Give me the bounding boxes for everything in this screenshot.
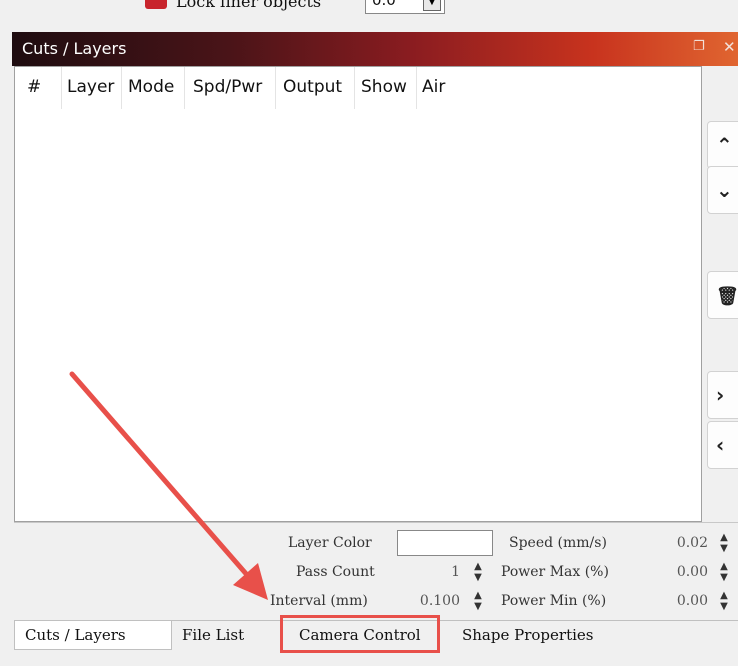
layer-properties-panel: Layer Color Speed (mm/s) 0.02 ▲ ▼ Pass Co… (14, 522, 738, 619)
chevron-right-icon: › (716, 383, 725, 407)
column-divider (275, 67, 276, 109)
expand-button[interactable]: › (707, 371, 738, 419)
window-title: Cuts / Layers (22, 39, 127, 58)
speed-label: Speed (mm/s) (509, 535, 607, 551)
lock-checkbox[interactable] (145, 0, 167, 9)
layer-color-label: Layer Color (288, 535, 372, 551)
lock-label: Lock finer objects (176, 0, 322, 11)
move-layer-up-button[interactable]: ⌃ (707, 121, 738, 169)
col-header-layer[interactable]: Layer (67, 77, 114, 97)
column-divider (121, 67, 122, 109)
power-min-spin-icon[interactable]: ▲ ▼ (718, 590, 730, 612)
delete-layer-button[interactable]: 🗑 (707, 271, 738, 319)
power-max-value[interactable]: 0.00 (650, 564, 708, 580)
column-divider (61, 67, 62, 109)
chevron-up-icon: ⌃ (716, 133, 733, 157)
col-header-show[interactable]: Show (361, 77, 407, 97)
spin-down-icon[interactable]: ▼ (423, 0, 441, 11)
power-max-label: Power Max (%) (501, 564, 609, 580)
close-icon[interactable]: ✕ (723, 38, 736, 56)
col-header-output[interactable]: Output (283, 77, 342, 97)
chevron-down-icon: ⌄ (716, 178, 733, 202)
col-header-spd-pwr[interactable]: Spd/Pwr (193, 77, 262, 97)
speed-spin-icon[interactable]: ▲ ▼ (718, 532, 730, 554)
column-divider (354, 67, 355, 109)
collapse-button[interactable]: ‹ (707, 421, 738, 469)
pass-count-label: Pass Count (296, 564, 375, 580)
layers-table[interactable]: # Layer Mode Spd/Pwr Output Show Air (14, 66, 702, 522)
float-window-icon[interactable]: ❐ (693, 39, 705, 54)
trash-icon: 🗑 (716, 286, 738, 307)
tab-file-list[interactable]: File List (172, 621, 254, 649)
interval-value[interactable]: 0.100 (400, 593, 460, 609)
pass-count-value[interactable]: 1 (420, 564, 460, 580)
interval-spin-icon[interactable]: ▲ ▼ (472, 590, 484, 612)
tab-cuts-layers[interactable]: Cuts / Layers (14, 621, 172, 650)
power-min-label: Power Min (%) (501, 593, 607, 609)
chevron-left-icon: ‹ (716, 433, 725, 457)
pass-count-spin-icon[interactable]: ▲ ▼ (472, 561, 484, 583)
power-min-value[interactable]: 0.00 (650, 593, 708, 609)
column-divider (184, 67, 185, 109)
col-header-number[interactable]: # (27, 77, 41, 97)
cuts-layers-titlebar: Cuts / Layers ❐ ✕ (12, 32, 738, 66)
layer-side-toolbar: ⌃ ⌄ 🗑 › ‹ (702, 66, 738, 520)
speed-value[interactable]: 0.02 (650, 535, 708, 551)
camera-control-highlight (280, 615, 440, 653)
layer-color-swatch[interactable] (397, 530, 493, 556)
lock-spin-value: 0.0 (372, 0, 396, 9)
col-header-mode[interactable]: Mode (128, 77, 174, 97)
lock-spinbox[interactable]: 0.0 ▼ (365, 0, 445, 14)
column-divider (416, 67, 417, 109)
move-layer-down-button[interactable]: ⌄ (707, 166, 738, 214)
tab-shape-properties[interactable]: Shape Properties (452, 621, 603, 649)
interval-label: Interval (mm) (270, 593, 368, 609)
col-header-air[interactable]: Air (422, 77, 445, 97)
top-options-strip: Lock finer objects 0.0 ▼ (0, 0, 738, 30)
power-max-spin-icon[interactable]: ▲ ▼ (718, 561, 730, 583)
